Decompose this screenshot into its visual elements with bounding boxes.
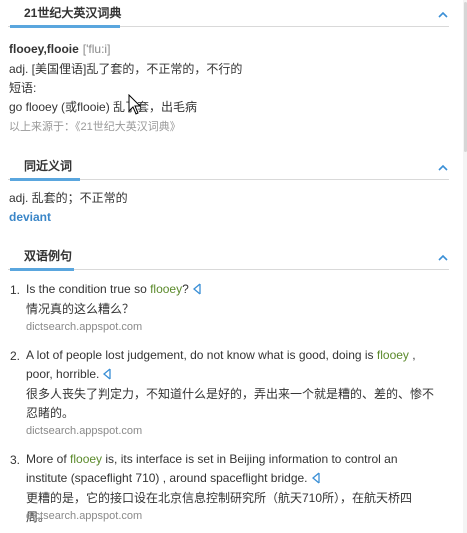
- phonetic: ['flu:i]: [82, 42, 111, 56]
- section-underline: [10, 25, 120, 28]
- example-text: A lot of people lost judgement, do not k…: [26, 348, 377, 362]
- dict-source: 以上来源于：《21世纪大英汉词典》: [9, 121, 181, 133]
- section-underline: [10, 178, 80, 181]
- examples-section-title: 双语例句: [24, 249, 73, 263]
- dict-section-title: 21世纪大英汉词典: [24, 6, 122, 20]
- example-english: A lot of people lost judgement, do not k…: [26, 346, 426, 384]
- example-highlight: flooey: [150, 282, 183, 296]
- example-text: More of: [26, 452, 71, 466]
- speaker-icon[interactable]: [102, 368, 112, 380]
- example-number: 2.: [10, 349, 21, 363]
- example-highlight: flooey: [70, 452, 103, 466]
- synonym-section-header: 同近义词: [8, 153, 449, 181]
- headword: flooey,flooie: [9, 42, 79, 56]
- scrollbar[interactable]: [463, 0, 467, 533]
- example-text: ?: [182, 282, 189, 296]
- mouse-cursor-icon: [128, 94, 142, 115]
- synonym-definition: adj. 乱套的；不正常的: [9, 191, 128, 205]
- example-chinese: 情况真的这么糟么？: [26, 302, 135, 316]
- example-highlight: flooey: [376, 348, 409, 362]
- collapse-chevron-icon[interactable]: [437, 252, 449, 264]
- dict-section-header: 21世纪大英汉词典: [8, 0, 449, 28]
- example-source[interactable]: dictsearch.appspot.com: [26, 510, 142, 522]
- synonym-section-title: 同近义词: [24, 159, 73, 173]
- definition: adj. [美国俚语]乱了套的，不正常的，不行的: [9, 62, 243, 76]
- example-number: 1.: [10, 283, 21, 297]
- example-source[interactable]: dictsearch.appspot.com: [26, 321, 142, 333]
- collapse-chevron-icon[interactable]: [437, 9, 449, 21]
- phrase-label: 短语:: [9, 81, 37, 95]
- example-english: More of flooey is, its interface is set …: [26, 450, 426, 488]
- examples-section-header: 双语例句: [8, 243, 449, 271]
- synonym-link[interactable]: deviant: [9, 209, 51, 225]
- phrase: go flooey (或flooie) 乱了套，出毛病: [9, 100, 198, 114]
- example-source[interactable]: dictsearch.appspot.com: [26, 425, 142, 437]
- example-english: Is the condition true so flooey?: [26, 280, 426, 299]
- example-text: Is the condition true so: [26, 282, 151, 296]
- section-underline: [10, 268, 74, 271]
- example-number: 3.: [10, 453, 21, 467]
- speaker-icon[interactable]: [192, 283, 202, 295]
- headword-line: flooey,flooie ['flu:i]: [9, 41, 110, 57]
- speaker-icon[interactable]: [311, 472, 321, 484]
- example-chinese: 很多人丧失了判定力，不知道什么是好的，弄出来一个就是糟的、差的、惨不忍睹的。: [26, 387, 435, 420]
- collapse-chevron-icon[interactable]: [437, 162, 449, 174]
